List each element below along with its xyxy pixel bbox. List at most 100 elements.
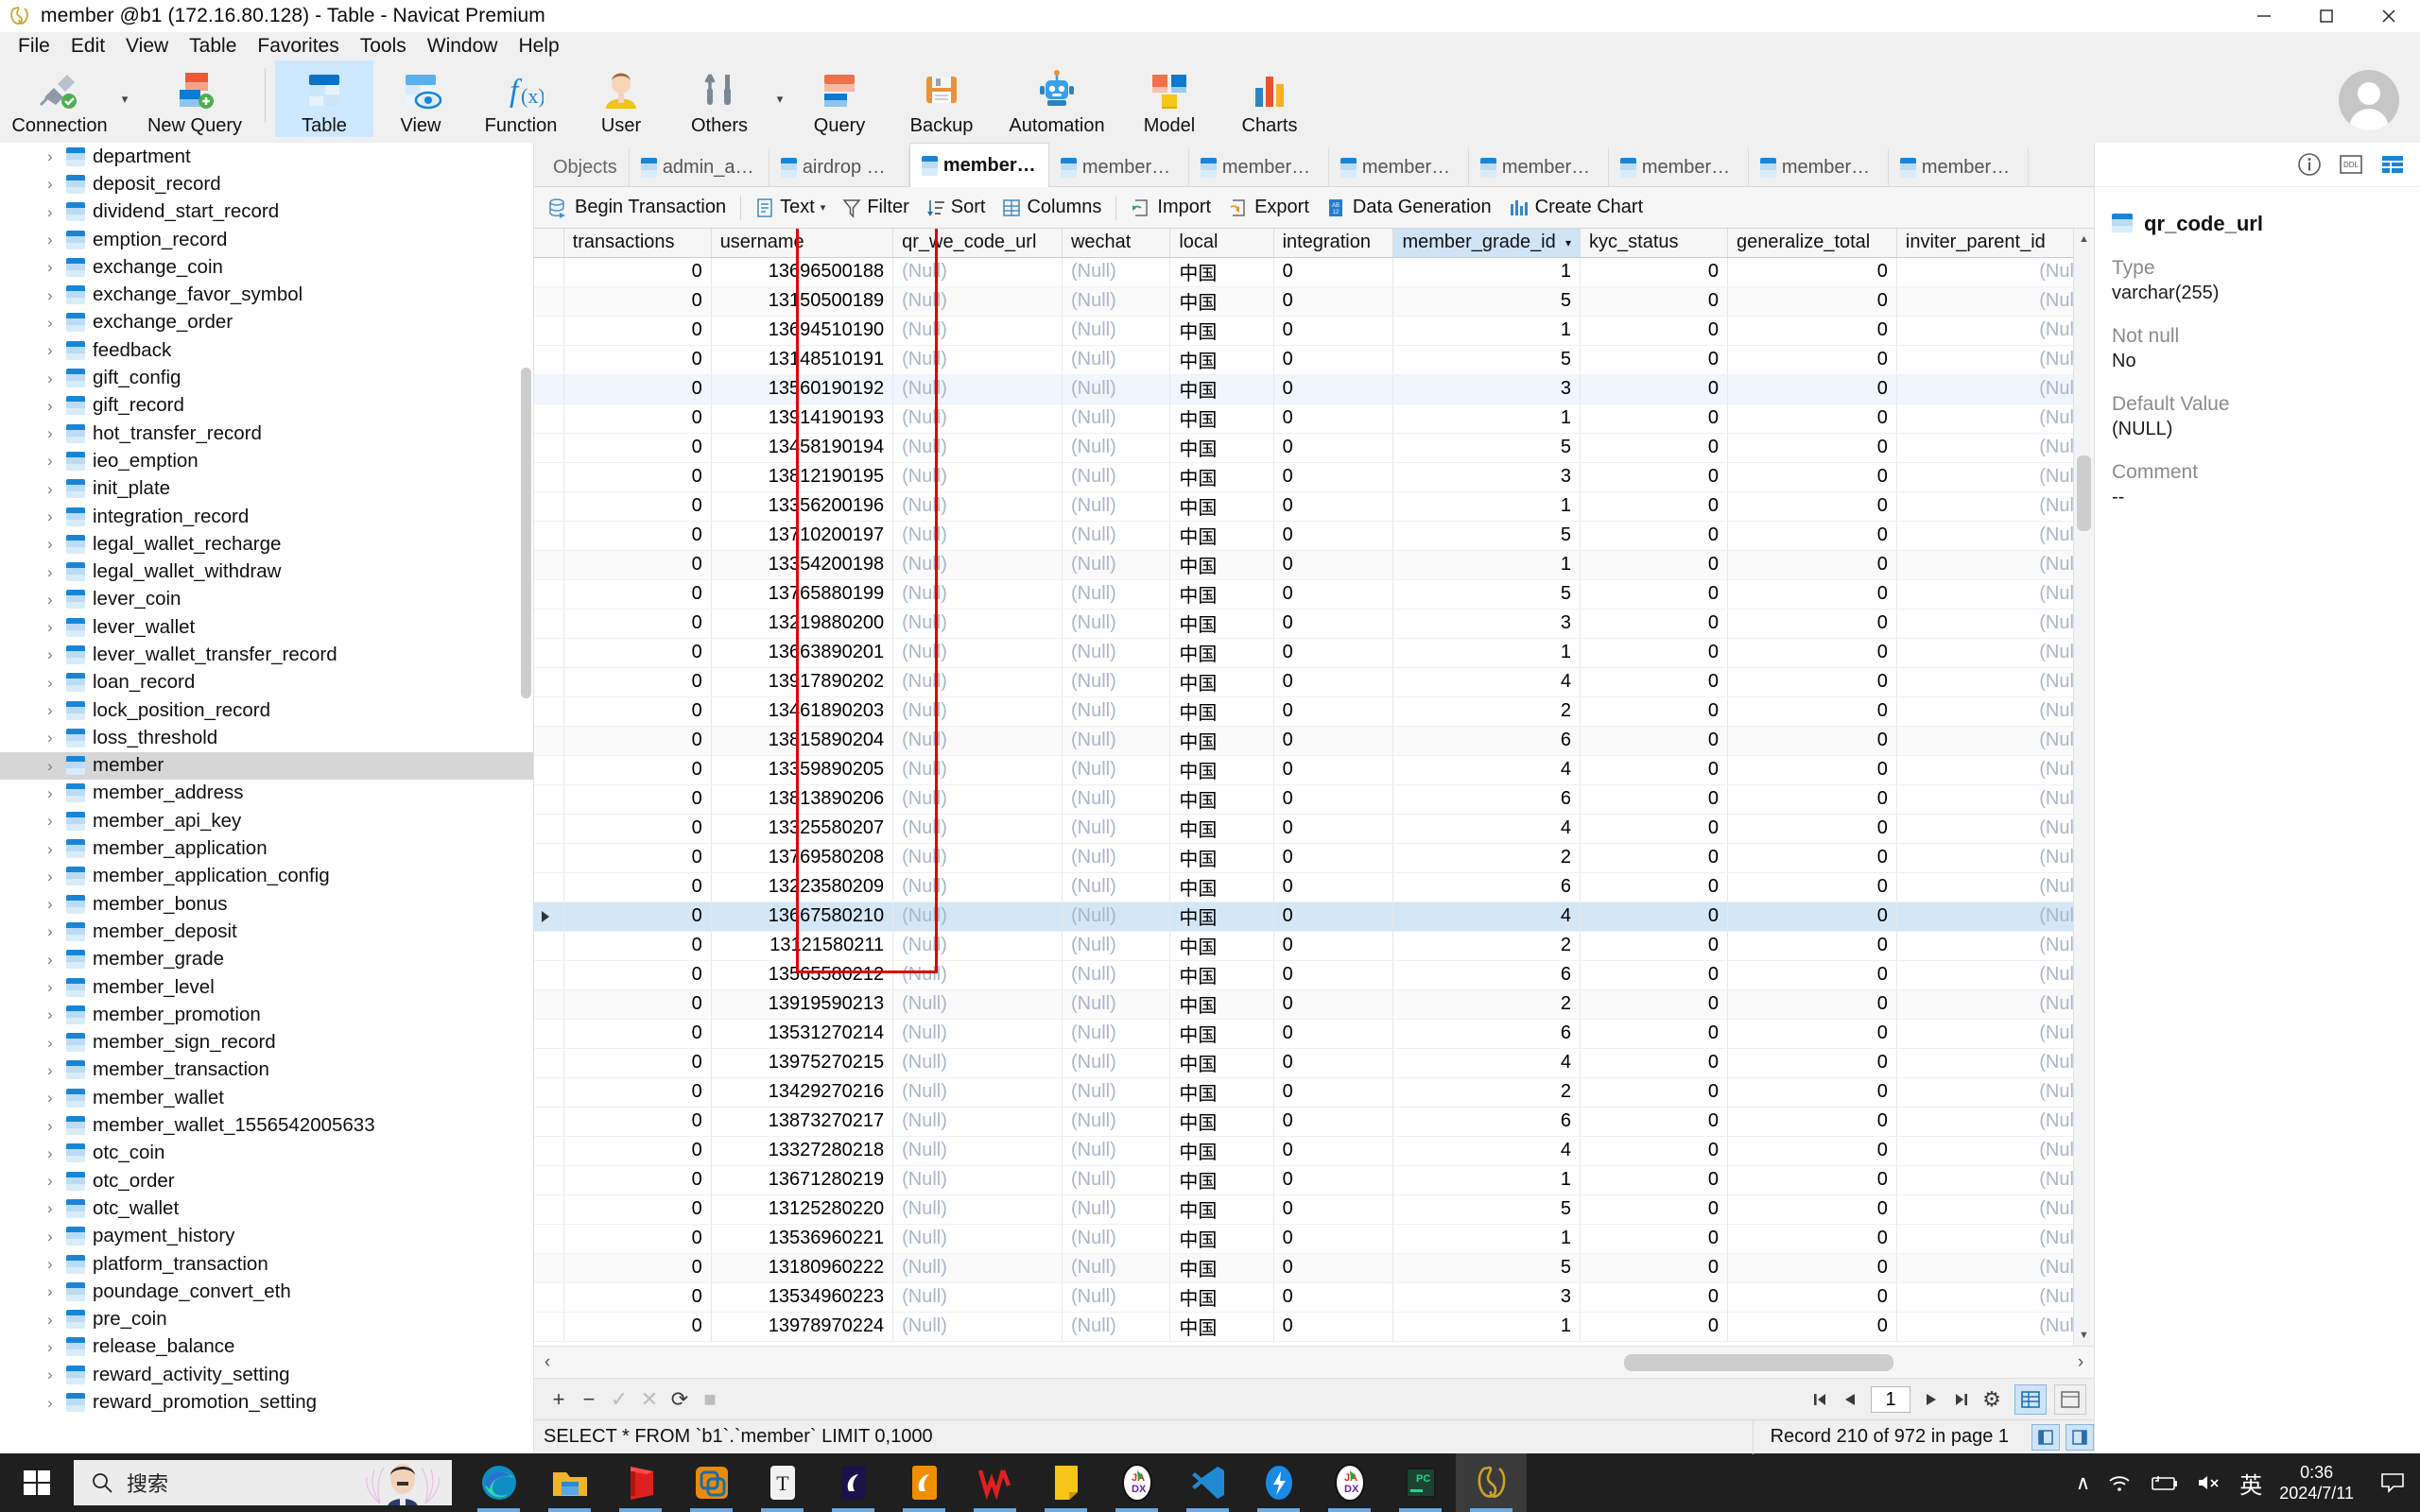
cell-kyc-status[interactable]: 0 [1580,521,1729,551]
column-header-local[interactable]: local [1169,229,1274,258]
cell-integration[interactable]: 0 [1273,1253,1394,1283]
cell-qr-we-code-url[interactable]: (Null) [892,433,1063,463]
data-grid[interactable]: transactions username qr_we_code_url wechat… [534,229,2094,1342]
chevron-right-icon[interactable]: › [47,1395,66,1411]
cell-generalize-total[interactable]: 0 [1727,1194,1897,1225]
chevron-right-icon[interactable]: › [47,1145,66,1161]
tree-item-gift_record[interactable]: › gift_record [0,392,533,420]
cell-member-grade-id[interactable]: 1 [1392,404,1582,434]
editor-tab-10[interactable]: member_d... [1889,148,2029,186]
chevron-right-icon[interactable]: › [47,923,66,939]
chevron-down-icon[interactable]: ▾ [821,201,826,214]
cell-transactions[interactable]: 0 [563,1048,712,1078]
cell-wechat[interactable]: (Null) [1062,902,1171,932]
table-row[interactable]: 0 13873270217 (Null) (Null) 中国 0 6 0 0 (Null) [534,1107,2094,1137]
cell-member-grade-id[interactable]: 5 [1392,1194,1582,1225]
table-row[interactable]: 0 13812190195 (Null) (Null) 中国 0 3 0 0 (Null) [534,462,2094,492]
cell-transactions[interactable]: 0 [563,1077,712,1108]
cell-username[interactable]: 13769580208 [711,843,894,873]
cell-username[interactable]: 13815890204 [711,726,894,756]
cell-transactions[interactable]: 0 [563,902,712,932]
cell-wechat[interactable]: (Null) [1062,872,1171,902]
ime-indicator[interactable]: 英 [2239,1467,2262,1500]
cell-integration[interactable]: 0 [1273,316,1394,346]
cell-local[interactable]: 中国 [1169,286,1274,317]
editor-tab-6[interactable]: member_a... [1329,148,1469,186]
cell-local[interactable]: 中国 [1169,609,1274,639]
cell-transactions[interactable]: 0 [563,316,712,346]
cell-inviter-parent-id[interactable]: (Null) [1896,902,2094,932]
cell-member-grade-id[interactable]: 2 [1392,931,1582,961]
cell-username[interactable]: 13461890203 [711,696,894,727]
cell-username[interactable]: 13765880199 [711,579,894,610]
cell-integration[interactable]: 0 [1273,609,1394,639]
cell-generalize-total[interactable]: 0 [1727,316,1897,346]
table-row[interactable]: 0 13121580211 (Null) (Null) 中国 0 2 0 0 (Null) [534,931,2094,961]
import-button[interactable]: Import [1122,190,1219,226]
row-marker[interactable] [534,1077,564,1108]
cell-kyc-status[interactable]: 0 [1580,374,1729,404]
row-marker[interactable] [534,931,564,961]
taskbar-clock[interactable]: 0:36 2024/7/11 [2279,1462,2354,1503]
cell-transactions[interactable]: 0 [563,1312,712,1342]
cell-kyc-status[interactable]: 0 [1580,667,1729,697]
cell-kyc-status[interactable]: 0 [1580,286,1729,317]
cell-wechat[interactable]: (Null) [1062,257,1171,287]
cell-inviter-parent-id[interactable]: (Null) [1896,638,2094,668]
cell-integration[interactable]: 0 [1273,1107,1394,1137]
cell-kyc-status[interactable]: 0 [1580,1224,1729,1254]
cell-inviter-parent-id[interactable]: (Null) [1896,286,2094,317]
cell-wechat[interactable]: (Null) [1062,931,1171,961]
cell-generalize-total[interactable]: 0 [1727,960,1897,990]
cell-kyc-status[interactable]: 0 [1580,726,1729,756]
cell-integration[interactable]: 0 [1273,814,1394,844]
cell-member-grade-id[interactable]: 2 [1392,843,1582,873]
chevron-right-icon[interactable]: › [47,1366,66,1383]
cell-generalize-total[interactable]: 0 [1727,345,1897,375]
cell-transactions[interactable]: 0 [563,462,712,492]
tree-item-otc_order[interactable]: › otc_order [0,1167,533,1194]
cell-integration[interactable]: 0 [1273,843,1394,873]
tree-item-lever_wallet_transfer_record[interactable]: › lever_wallet_transfer_record [0,641,533,668]
tree-item-member_grade[interactable]: › member_grade [0,946,533,973]
cell-integration[interactable]: 0 [1273,462,1394,492]
table-row[interactable]: 0 13560190192 (Null) (Null) 中国 0 3 0 0 (Null) [534,374,2094,404]
menu-tools[interactable]: Tools [350,33,417,60]
tree-item-release_balance[interactable]: › release_balance [0,1333,533,1361]
scroll-up-arrow[interactable]: ▲ [2074,229,2094,249]
column-header-transactions[interactable]: transactions [563,229,712,258]
cell-member-grade-id[interactable]: 4 [1392,755,1582,785]
cell-wechat[interactable]: (Null) [1062,1253,1171,1283]
taskbar-jadx2-icon[interactable]: JADX [1314,1453,1385,1512]
cell-generalize-total[interactable]: 0 [1727,1253,1897,1283]
menu-help[interactable]: Help [508,33,569,60]
row-marker[interactable] [534,316,564,346]
cell-wechat[interactable]: (Null) [1062,316,1171,346]
row-marker[interactable] [534,726,564,756]
tree-item-member_bonus[interactable]: › member_bonus [0,890,533,918]
cell-kyc-status[interactable]: 0 [1580,316,1729,346]
cell-inviter-parent-id[interactable]: (Null) [1896,1077,2094,1108]
cell-kyc-status[interactable]: 0 [1580,491,1729,522]
cell-username[interactable]: 13667580210 [711,902,894,932]
cell-qr-we-code-url[interactable]: (Null) [892,521,1063,551]
cell-local[interactable]: 中国 [1169,257,1274,287]
cell-username[interactable]: 13663890201 [711,638,894,668]
cell-generalize-total[interactable]: 0 [1727,1077,1897,1108]
cell-wechat[interactable]: (Null) [1062,550,1171,580]
menu-file[interactable]: File [8,33,60,60]
cell-member-grade-id[interactable]: 1 [1392,491,1582,522]
cell-wechat[interactable]: (Null) [1062,1194,1171,1225]
cell-kyc-status[interactable]: 0 [1580,1019,1729,1049]
grid-view-toggle[interactable] [2014,1383,2047,1415]
cell-wechat[interactable]: (Null) [1062,404,1171,434]
chevron-down-icon[interactable]: ▾ [115,60,134,138]
cell-generalize-total[interactable]: 0 [1727,1107,1897,1137]
stop-button[interactable]: ■ [695,1384,725,1415]
row-marker[interactable] [534,1048,564,1078]
cell-username[interactable]: 13565580212 [711,960,894,990]
cell-local[interactable]: 中国 [1169,1312,1274,1342]
cell-generalize-total[interactable]: 0 [1727,433,1897,463]
row-marker[interactable] [534,433,564,463]
cell-wechat[interactable]: (Null) [1062,286,1171,317]
